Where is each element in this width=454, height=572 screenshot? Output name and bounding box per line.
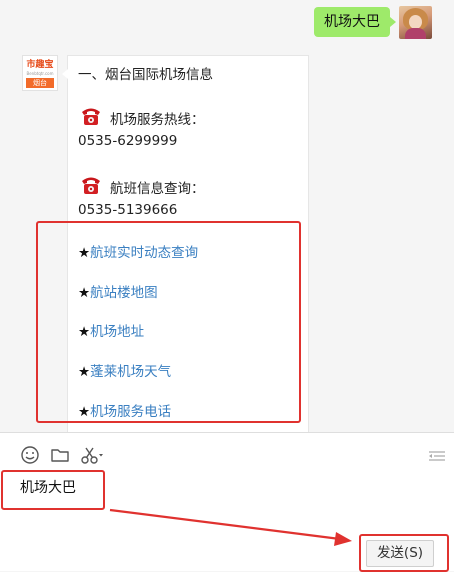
outgoing-message-bubble: 机场大巴 xyxy=(314,7,396,37)
hotline-number: 0535-6299999 xyxy=(78,133,178,149)
hotline-label: 机场服务热线： xyxy=(110,112,205,128)
flight-info-label: 航班信息查询： xyxy=(110,181,205,197)
scissors-icon[interactable] xyxy=(80,445,106,465)
bot-avatar[interactable]: 市趣宝 Benbtqtr.com 烟台 xyxy=(22,55,58,91)
telephone-icon xyxy=(82,108,100,125)
expand-icon[interactable] xyxy=(428,449,446,463)
message-composer: 机场大巴 发送(S) xyxy=(0,433,454,572)
emoji-icon[interactable] xyxy=(20,445,40,465)
bot-avatar-domain: Benbtqtr.com xyxy=(26,71,54,76)
user-avatar[interactable] xyxy=(399,6,432,39)
flight-info-number: 0535-5139666 xyxy=(78,202,178,218)
annotation-highlight-send xyxy=(359,534,449,572)
bot-avatar-brand: 市趣宝 xyxy=(26,60,54,70)
folder-icon[interactable] xyxy=(50,445,70,465)
annotation-highlight-input xyxy=(1,470,105,510)
bot-avatar-city-tag: 烟台 xyxy=(26,78,54,88)
telephone-icon xyxy=(82,177,100,194)
card-heading: 一、烟台国际机场信息 xyxy=(78,67,213,83)
chat-history: 机场大巴 市趣宝 Benbtqtr.com 烟台 一、烟台国际机场信息 机场服务… xyxy=(0,0,454,432)
annotation-highlight-links xyxy=(36,221,301,423)
